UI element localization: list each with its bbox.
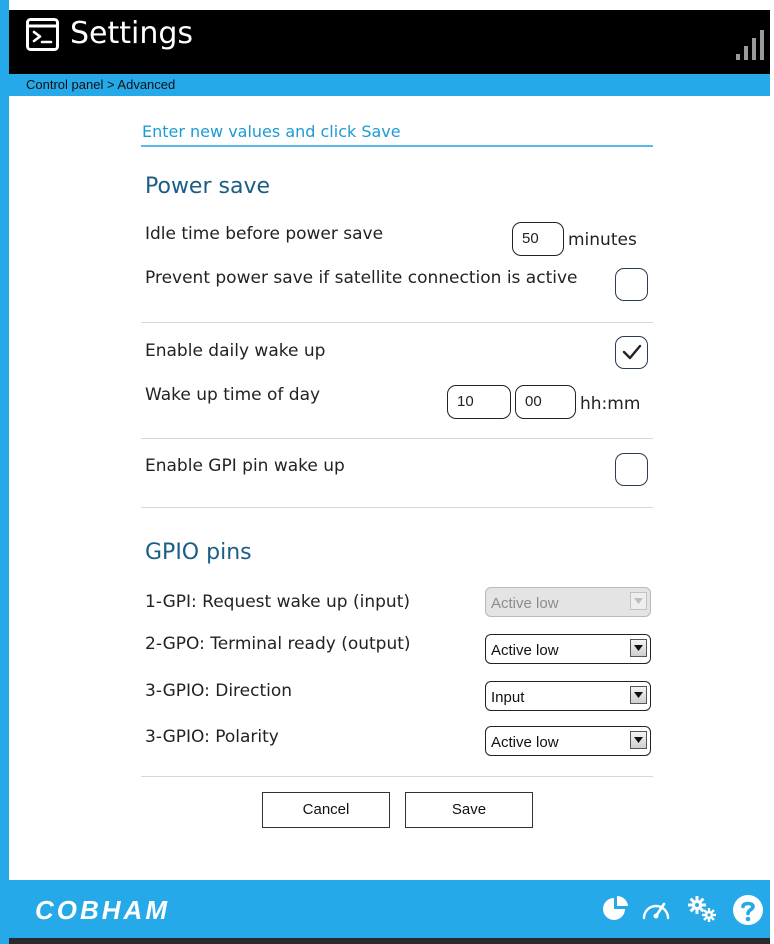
select-value: Input [491, 689, 525, 706]
wake-time-unit: hh:mm [580, 394, 641, 414]
gpio-row-label: 1-GPI: Request wake up (input) [145, 592, 410, 612]
idle-time-unit: minutes [568, 230, 637, 250]
gpi-request-wake-select: Active low [485, 587, 651, 617]
divider [141, 776, 653, 777]
checkmark-icon [622, 344, 642, 360]
cancel-button[interactable]: Cancel [262, 792, 390, 828]
page-title: Settings [70, 16, 194, 51]
gpio-row-label: 2-GPO: Terminal ready (output) [145, 634, 411, 654]
gpi-wake-checkbox[interactable] [615, 453, 648, 486]
help-icon[interactable] [732, 894, 764, 930]
settings-icon[interactable] [686, 894, 718, 928]
instruction-text: Enter new values and click Save [142, 122, 401, 141]
chevron-down-icon[interactable] [630, 639, 647, 657]
wake-hour-input[interactable]: 10 [447, 385, 511, 419]
gpo-terminal-ready-select[interactable]: Active low [485, 634, 651, 664]
select-value: Active low [491, 734, 559, 751]
gpio-row-label: 3-GPIO: Polarity [145, 727, 279, 747]
left-accent-bar [0, 0, 9, 944]
select-value: Active low [491, 595, 559, 612]
divider [141, 438, 653, 439]
idle-time-input[interactable]: 50 [512, 222, 564, 256]
gpio-pins-heading: GPIO pins [145, 540, 252, 565]
gpio-direction-select[interactable]: Input [485, 681, 651, 711]
signal-strength-icon [728, 28, 766, 64]
chevron-down-icon[interactable] [630, 731, 647, 749]
select-value: Active low [491, 642, 559, 659]
idle-time-label: Idle time before power save [145, 224, 384, 244]
instruction-underline [141, 145, 653, 147]
divider [141, 507, 653, 508]
gpio-polarity-select[interactable]: Active low [485, 726, 651, 756]
chevron-down-icon[interactable] [630, 686, 647, 704]
gpio-row-label: 3-GPIO: Direction [145, 681, 293, 701]
save-button[interactable]: Save [405, 792, 533, 828]
chevron-down-icon [630, 592, 647, 610]
daily-wake-checkbox[interactable] [615, 336, 648, 369]
prevent-power-save-checkbox[interactable] [615, 268, 648, 301]
breadcrumb[interactable]: Control panel > Advanced [26, 76, 175, 94]
pie-chart-icon[interactable] [600, 894, 630, 928]
gauge-icon[interactable] [640, 894, 672, 928]
footer-edge [9, 938, 770, 944]
cobham-logo: COBHAM [35, 895, 170, 925]
wake-minute-input[interactable]: 00 [515, 385, 576, 419]
power-save-heading: Power save [145, 174, 271, 199]
wake-time-label: Wake up time of day [145, 385, 321, 405]
gpi-wake-label: Enable GPI pin wake up [145, 456, 345, 476]
terminal-icon [26, 18, 59, 51]
divider [141, 322, 653, 323]
daily-wake-label: Enable daily wake up [145, 341, 326, 361]
prevent-power-save-label: Prevent power save if satellite connecti… [145, 268, 578, 288]
